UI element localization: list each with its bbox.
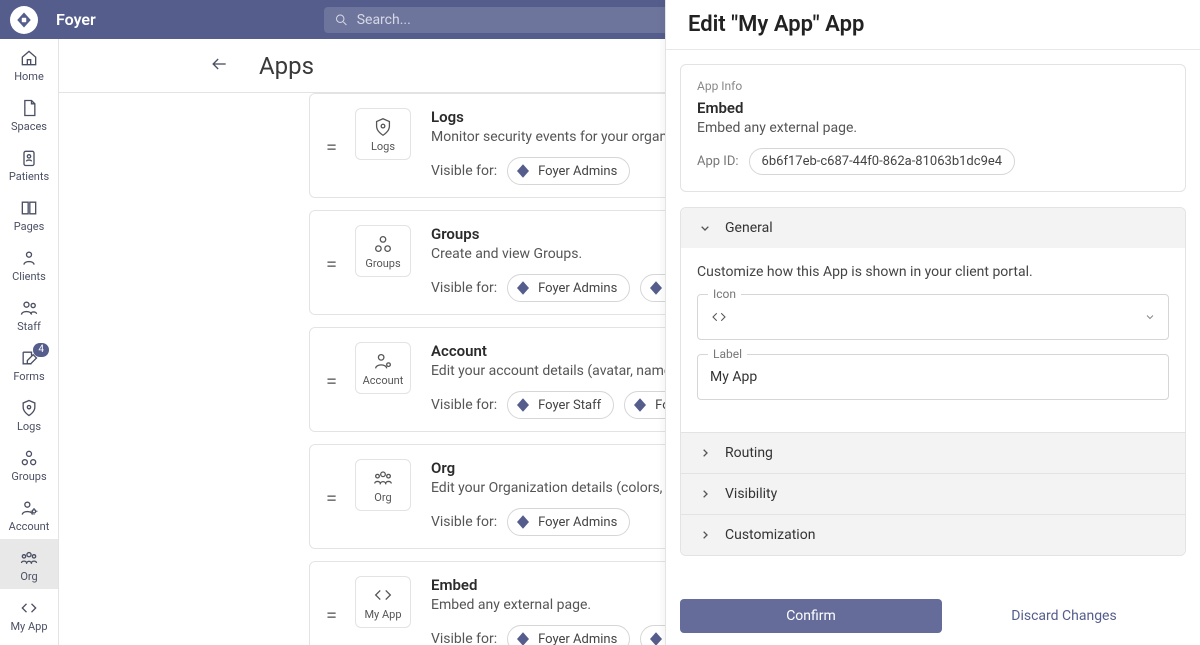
page-title: Apps (259, 52, 314, 80)
shield-icon (372, 116, 394, 138)
code-icon (372, 584, 394, 606)
person-settings-icon (19, 498, 39, 518)
sidebar: Home Spaces Patients Pages Clients Staff (0, 39, 59, 645)
diamond-icon (647, 279, 665, 297)
app-icon-logs: Logs (355, 108, 411, 160)
sidebar-item-forms[interactable]: 4 Forms (0, 339, 58, 389)
role-chip[interactable]: Foyer Admins (507, 508, 630, 536)
chevron-right-icon (697, 527, 713, 543)
diamond-icon (631, 396, 649, 414)
badge-icon (19, 148, 39, 168)
back-button[interactable] (209, 54, 229, 78)
diamond-icon (514, 162, 532, 180)
workspaces-icon (372, 233, 394, 255)
drag-handle-icon[interactable]: = (326, 369, 335, 393)
chevron-right-icon (697, 445, 713, 461)
drag-handle-icon[interactable]: = (326, 486, 335, 510)
accordion-visibility[interactable]: Visibility (681, 473, 1185, 514)
person-icon (19, 248, 39, 268)
sidebar-item-home[interactable]: Home (0, 39, 58, 89)
diamond-icon (647, 630, 665, 645)
label-input[interactable] (710, 355, 1156, 399)
sidebar-item-clients[interactable]: Clients (0, 239, 58, 289)
sidebar-item-myapp[interactable]: My App (0, 589, 58, 639)
dropdown-caret-icon (1144, 311, 1156, 323)
settings-accordion: General Customize how this App is shown … (680, 207, 1186, 556)
confirm-button[interactable]: Confirm (680, 599, 942, 633)
arrow-left-icon (209, 54, 229, 74)
code-icon (19, 598, 39, 618)
sidebar-item-spaces[interactable]: Spaces (0, 89, 58, 139)
sidebar-item-pages[interactable]: Pages (0, 189, 58, 239)
app-icon-account: Account (355, 342, 411, 394)
search-icon (334, 12, 349, 28)
role-chip[interactable]: Foyer Admins (507, 157, 630, 185)
accordion-routing[interactable]: Routing (681, 432, 1185, 473)
drawer-title: Edit "My App" App (666, 0, 1200, 50)
diamond-icon (514, 396, 532, 414)
app-icon-groups: Groups (355, 225, 411, 277)
search-input[interactable] (357, 12, 674, 28)
forms-badge: 4 (33, 343, 49, 357)
app-icon-org: Org (355, 459, 411, 511)
discard-changes-button[interactable]: Discard Changes (942, 608, 1186, 624)
app-icon-embed: My App (355, 576, 411, 628)
brand-logo[interactable] (10, 6, 38, 34)
person-settings-icon (372, 350, 394, 372)
book-icon (19, 198, 39, 218)
drag-handle-icon[interactable]: = (326, 135, 335, 159)
groups-icon (372, 467, 394, 489)
role-chip[interactable]: Foyer Admins (507, 625, 630, 645)
code-icon (710, 308, 728, 326)
role-chip[interactable]: Foyer Staff (507, 391, 614, 419)
shield-icon (19, 398, 39, 418)
icon-select[interactable]: Icon (697, 294, 1169, 340)
sidebar-item-account[interactable]: Account (0, 489, 58, 539)
file-icon (19, 98, 39, 118)
drag-handle-icon[interactable]: = (326, 252, 335, 276)
people-icon (19, 298, 39, 318)
chevron-right-icon (697, 486, 713, 502)
edit-app-drawer: Edit "My App" App App Info Embed Embed a… (665, 0, 1200, 645)
sidebar-item-org[interactable]: Org (0, 539, 58, 589)
search-box[interactable] (324, 7, 684, 33)
accordion-customization[interactable]: Customization (681, 514, 1185, 555)
chevron-down-icon (697, 220, 713, 236)
accordion-general[interactable]: General (681, 208, 1185, 248)
diamond-icon (514, 279, 532, 297)
drag-handle-icon[interactable]: = (326, 603, 335, 627)
label-input-field[interactable]: Label (697, 354, 1169, 400)
role-chip[interactable]: Foyer Admins (507, 274, 630, 302)
groups-icon (19, 548, 39, 568)
app-id-value[interactable]: 6b6f17eb-c687-44f0-862a-81063b1dc9e4 (749, 148, 1016, 175)
sidebar-item-patients[interactable]: Patients (0, 139, 58, 189)
sidebar-item-groups[interactable]: Groups (0, 439, 58, 489)
diamond-icon (514, 513, 532, 531)
app-info-panel: App Info Embed Embed any external page. … (680, 64, 1186, 192)
workspaces-icon (19, 448, 39, 468)
home-icon (19, 48, 39, 68)
brand-name: Foyer (56, 10, 96, 29)
diamond-icon (514, 630, 532, 645)
sidebar-item-staff[interactable]: Staff (0, 289, 58, 339)
sidebar-item-logs[interactable]: Logs (0, 389, 58, 439)
